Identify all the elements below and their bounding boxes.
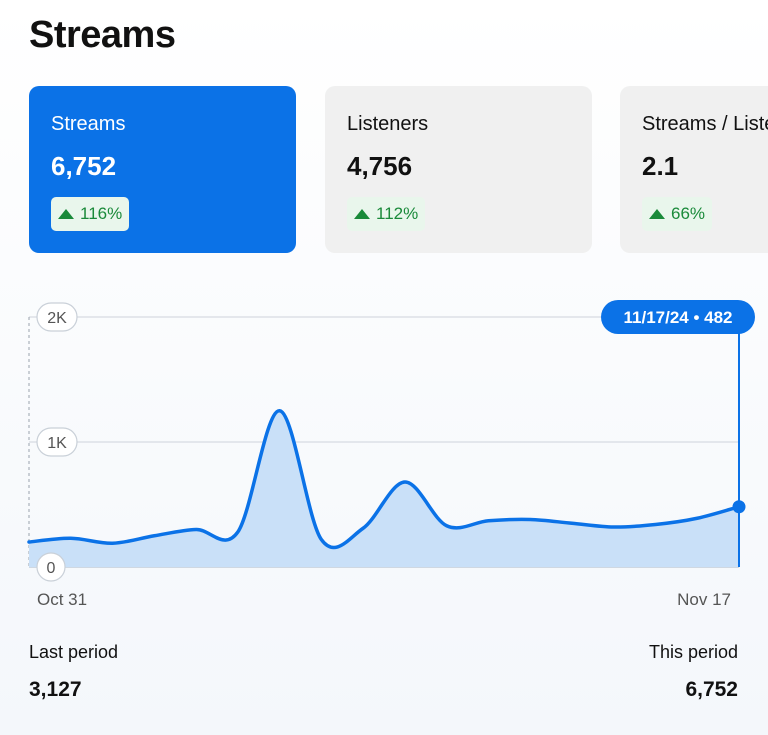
area-fill — [29, 410, 739, 567]
arrow-up-icon — [58, 209, 74, 219]
card-value: 6,752 — [51, 151, 117, 181]
y-tick-label: 1K — [47, 435, 67, 452]
this-period-label: This period — [648, 642, 738, 662]
delta-value: 66% — [671, 204, 706, 223]
delta-badge: 112% — [347, 197, 426, 231]
delta-value: 112% — [376, 204, 419, 223]
card-label: Streams — [51, 113, 126, 135]
x-tick-label-end: Nov 17 — [677, 590, 731, 609]
card-label: Streams / Listener — [642, 113, 768, 135]
metric-card-streams-per-listener[interactable]: Streams / Listener 2.1 66% — [620, 86, 768, 253]
delta-badge: 116% — [51, 197, 130, 231]
tooltip-label: 11/17/24 • 482 — [624, 308, 733, 327]
y-tick-label: 2K — [47, 310, 67, 327]
streams-area-chart[interactable]: 0 1K 2K Oct 31 Nov 17 11/17/24 • 482 — [0, 290, 768, 620]
last-period-label: Last period — [29, 642, 119, 662]
this-period-value: 6,752 — [685, 678, 738, 701]
card-label: Listeners — [347, 113, 429, 135]
arrow-up-icon — [354, 209, 370, 219]
delta-value: 116% — [80, 204, 123, 223]
card-value: 4,756 — [347, 151, 413, 181]
metric-card-listeners[interactable]: Listeners 4,756 112% — [325, 86, 592, 253]
x-tick-label-start: Oct 31 — [37, 590, 87, 609]
last-period-value: 3,127 — [29, 678, 82, 701]
page-title: Streams — [29, 14, 176, 56]
arrow-up-icon — [649, 209, 665, 219]
delta-badge: 66% — [642, 197, 713, 231]
y-tick-label: 0 — [47, 560, 56, 577]
data-point-marker — [732, 500, 746, 514]
metric-card-streams[interactable]: Streams 6,752 116% — [29, 86, 296, 253]
card-value: 2.1 — [642, 151, 679, 181]
